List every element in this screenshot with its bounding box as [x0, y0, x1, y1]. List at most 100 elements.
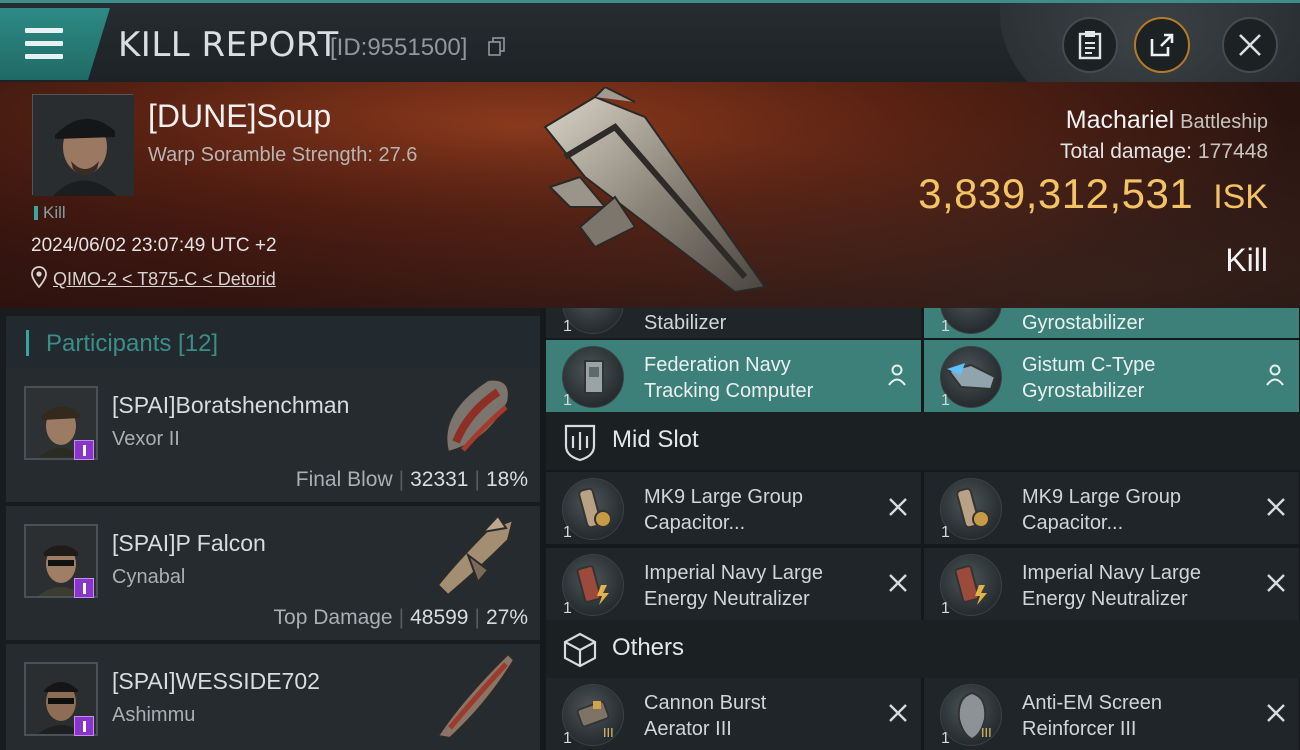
participant-name: [SPAI]P Falcon — [112, 530, 266, 556]
corp-badge-icon — [74, 716, 94, 736]
others-heading: Others — [612, 634, 685, 661]
page-title: KILL REPORT — [118, 25, 339, 65]
participant-ship: Vexor II — [112, 428, 180, 450]
participant-ship-image — [436, 652, 516, 738]
destroyed-x-icon — [1267, 704, 1285, 722]
participant-stats: Top Damage | 48599 | 27% — [273, 606, 528, 629]
mid-slot-icon — [564, 424, 596, 462]
module-item[interactable]: 1 MK9 Large Group Capacitor... — [924, 472, 1299, 544]
clipboard-button[interactable] — [1062, 17, 1118, 73]
destroyed-x-icon — [889, 574, 907, 592]
victim-ship-image — [543, 87, 767, 294]
participant-stats: Final Blow | 32331 | 18% — [295, 468, 528, 491]
victim-avatar[interactable] — [32, 94, 134, 196]
victim-name[interactable]: [DUNE]Soup — [148, 98, 331, 135]
module-item[interactable]: III 1 Anti-EM Screen Reinforcer III — [924, 678, 1299, 750]
participant-ship: Cynabal — [112, 566, 186, 588]
victim-ship-class: Battleship — [1180, 111, 1268, 133]
corp-badge-icon — [74, 440, 94, 460]
module-qty: 1 — [941, 392, 950, 409]
participant-card[interactable]: [SPAI]Boratshenchman Vexor II Final Blow… — [6, 368, 540, 502]
module-name: Gyrostabilizer — [1022, 312, 1145, 334]
menu-button[interactable] — [0, 8, 110, 80]
hamburger-icon — [25, 28, 63, 60]
mid-slot-heading: Mid Slot — [612, 426, 699, 453]
participants-header: Participants [12] — [6, 316, 540, 372]
kill-location-link[interactable]: QIMO-2 < T875-C < Detorid — [53, 269, 276, 290]
module-name: Imperial Navy Large Energy Neutralizer — [644, 562, 823, 610]
kill-outcome: Kill — [1225, 242, 1268, 278]
person-icon — [1266, 364, 1284, 386]
warp-scramble-strength: Warp Soramble Strength: 27.6 — [148, 144, 418, 166]
participant-name: [SPAI]WESSIDE702 — [112, 668, 320, 694]
fitting-panel[interactable]: 1 Stabilizer 1 Gyrostabilizer 1 Federati… — [540, 308, 1300, 750]
module-name: Imperial Navy Large Energy Neutralizer — [1022, 562, 1201, 610]
corp-badge-icon — [74, 578, 94, 598]
module-item[interactable]: 1 Imperial Navy Large Energy Neutralizer — [546, 548, 921, 620]
participant-ship-image — [436, 514, 515, 597]
module-item[interactable]: 1 MK9 Large Group Capacitor... — [546, 472, 921, 544]
participant-stat-label: Final Blow — [295, 468, 393, 491]
destroyed-x-icon — [889, 704, 907, 722]
module-qty: 1 — [563, 600, 572, 617]
svg-text:III: III — [981, 726, 992, 740]
participant-card[interactable]: [SPAI]WESSIDE702 Ashimmu — [6, 644, 540, 750]
clipboard-icon — [1078, 31, 1102, 60]
participant-card[interactable]: [SPAI]P Falcon Cynabal Top Damage | 48599 |… — [6, 506, 540, 640]
participant-ship: Ashimmu — [112, 704, 196, 726]
total-damage-label: Total damage: — [1060, 140, 1192, 163]
module-item[interactable]: 1 Federation Navy Tracking Computer — [546, 340, 921, 412]
module-name: Stabilizer — [644, 312, 727, 334]
module-item[interactable]: 1 Gyrostabilizer — [924, 308, 1299, 338]
victim-banner: [DUNE]Soup Warp Soramble Strength: 27.6 … — [0, 82, 1300, 308]
share-external-icon — [1150, 33, 1174, 57]
victim-ship[interactable]: Machariel Battleship — [1066, 106, 1268, 135]
module-qty: 1 — [563, 730, 572, 747]
person-icon — [888, 364, 906, 386]
module-qty: 1 — [563, 392, 572, 409]
participants-panel[interactable]: Participants [12] [SPAI]Boratshenchman V… — [0, 308, 540, 750]
participant-damage: 32331 — [410, 468, 469, 491]
kill-report-window: KILL REPORT [ID:9551500] [DUNE]Soup Warp… — [0, 0, 1300, 750]
module-qty: 1 — [563, 524, 572, 541]
total-damage: Total damage: 177448 — [1060, 140, 1268, 164]
participant-damage-pct: 18% — [485, 468, 528, 491]
module-qty: 1 — [941, 524, 950, 541]
victim-ship-name: Machariel — [1065, 106, 1175, 134]
mid-slot-header: Mid Slot — [546, 412, 1300, 470]
module-name: MK9 Large Group Capacitor... — [1022, 486, 1181, 534]
isk-amount: 3,839,312,531 — [918, 170, 1194, 217]
close-button[interactable] — [1222, 17, 1278, 73]
close-icon — [1239, 34, 1261, 56]
module-name: Federation Navy Tracking Computer — [644, 354, 814, 402]
kill-datetime: 2024/06/02 23:07:49 UTC +2 — [31, 235, 277, 256]
participant-name: [SPAI]Boratshenchman — [112, 392, 350, 418]
module-name: Cannon Burst Aerator III — [644, 692, 767, 740]
module-name: Gistum C-Type Gyrostabilizer — [1022, 354, 1156, 402]
module-name: MK9 Large Group Capacitor... — [644, 486, 803, 534]
header-bar: KILL REPORT [ID:9551500] — [0, 0, 1300, 82]
module-item[interactable]: 1 Gistum C-Type Gyrostabilizer — [924, 340, 1299, 412]
kill-tag: Kill — [34, 203, 66, 223]
destroyed-x-icon — [1267, 498, 1285, 516]
module-qty: 1 — [941, 600, 950, 617]
pilot-portrait-icon — [33, 95, 134, 196]
cube-icon — [563, 632, 597, 668]
module-name: Anti-EM Screen Reinforcer III — [1022, 692, 1163, 740]
share-button[interactable] — [1134, 17, 1190, 73]
participant-stat-label: Top Damage — [273, 606, 393, 629]
participant-damage-pct: 27% — [485, 606, 528, 629]
isk-unit: ISK — [1213, 178, 1268, 216]
participant-ship-image — [445, 378, 510, 454]
module-item[interactable]: III 1 Cannon Burst Aerator III — [546, 678, 921, 750]
module-qty: 1 — [563, 318, 572, 335]
participant-damage: 48599 — [410, 606, 469, 629]
module-item[interactable]: 1 Stabilizer — [546, 308, 921, 338]
module-qty: 1 — [941, 318, 950, 335]
destroyed-x-icon — [1267, 574, 1285, 592]
destroyed-x-icon — [889, 498, 907, 516]
total-damage-value: 177448 — [1197, 140, 1268, 163]
module-item[interactable]: 1 Imperial Navy Large Energy Neutralizer — [924, 548, 1299, 620]
report-id: [ID:9551500] — [330, 34, 468, 61]
copy-icon[interactable] — [488, 37, 506, 57]
